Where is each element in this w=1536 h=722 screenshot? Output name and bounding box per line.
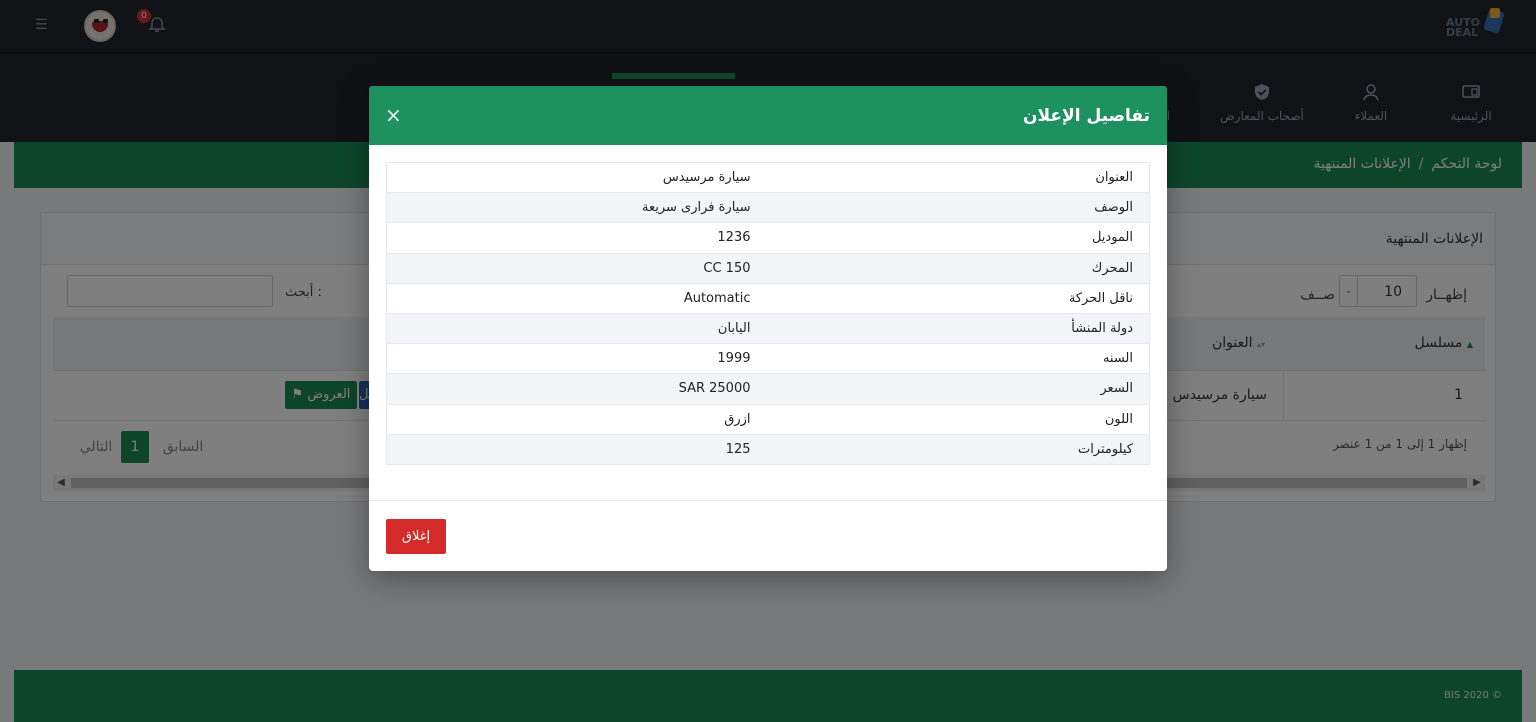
detail-value: 125 bbox=[386, 433, 767, 465]
detail-label: السنه bbox=[766, 343, 1150, 374]
detail-row: السعر SAR 25000 bbox=[386, 373, 1150, 404]
detail-label: الوصف bbox=[766, 192, 1150, 223]
modal-footer-divider bbox=[369, 500, 1167, 501]
detail-value: ازرق bbox=[386, 403, 767, 435]
detail-row: الوصف سيارة فرارى سريعة bbox=[386, 192, 1150, 223]
details-table: العنوان سيارة مرسيدس الوصف سيارة فرارى سريع… bbox=[386, 161, 1150, 465]
detail-value: CC 150 bbox=[386, 252, 767, 284]
detail-label: ناقل الحركة bbox=[766, 282, 1150, 314]
detail-label: دولة المنشأ bbox=[766, 312, 1150, 344]
detail-value: سيارة مرسيدس bbox=[386, 161, 767, 193]
modal-body: العنوان سيارة مرسيدس الوصف سيارة فرارى سريع… bbox=[386, 161, 1150, 465]
detail-label: العنوان bbox=[766, 161, 1150, 193]
detail-label: اللون bbox=[766, 403, 1150, 435]
detail-value: SAR 25000 bbox=[386, 373, 767, 404]
detail-value: سيارة فرارى سريعة bbox=[386, 192, 767, 223]
detail-label: كيلومترات bbox=[766, 433, 1150, 465]
detail-label: السعر bbox=[766, 373, 1150, 404]
detail-row: اللون ازرق bbox=[386, 403, 1150, 435]
detail-row: دولة المنشأ اليابان bbox=[386, 312, 1150, 344]
detail-value: 1236 bbox=[386, 222, 767, 254]
detail-value: Automatic bbox=[386, 282, 767, 314]
modal-title: تفاصيل الإعلان bbox=[1023, 106, 1150, 126]
detail-label: المحرك bbox=[766, 252, 1150, 284]
detail-row: المحرك CC 150 bbox=[386, 252, 1150, 284]
detail-row: السنه 1999 bbox=[386, 343, 1150, 374]
detail-label: الموديل bbox=[766, 222, 1150, 254]
detail-row: كيلومترات 125 bbox=[386, 433, 1150, 465]
detail-row: الموديل 1236 bbox=[386, 222, 1150, 254]
ad-details-modal: تفاصيل الإعلان × العنوان سيارة مرسيدس الوص… bbox=[369, 86, 1167, 571]
detail-value: اليابان bbox=[386, 312, 767, 344]
detail-row: ناقل الحركة Automatic bbox=[386, 282, 1150, 314]
close-icon[interactable]: × bbox=[385, 105, 402, 125]
modal-header: تفاصيل الإعلان × bbox=[369, 86, 1167, 145]
detail-value: 1999 bbox=[386, 343, 767, 374]
close-button[interactable]: إغلاق bbox=[386, 519, 446, 554]
detail-row: العنوان سيارة مرسيدس bbox=[386, 161, 1150, 193]
